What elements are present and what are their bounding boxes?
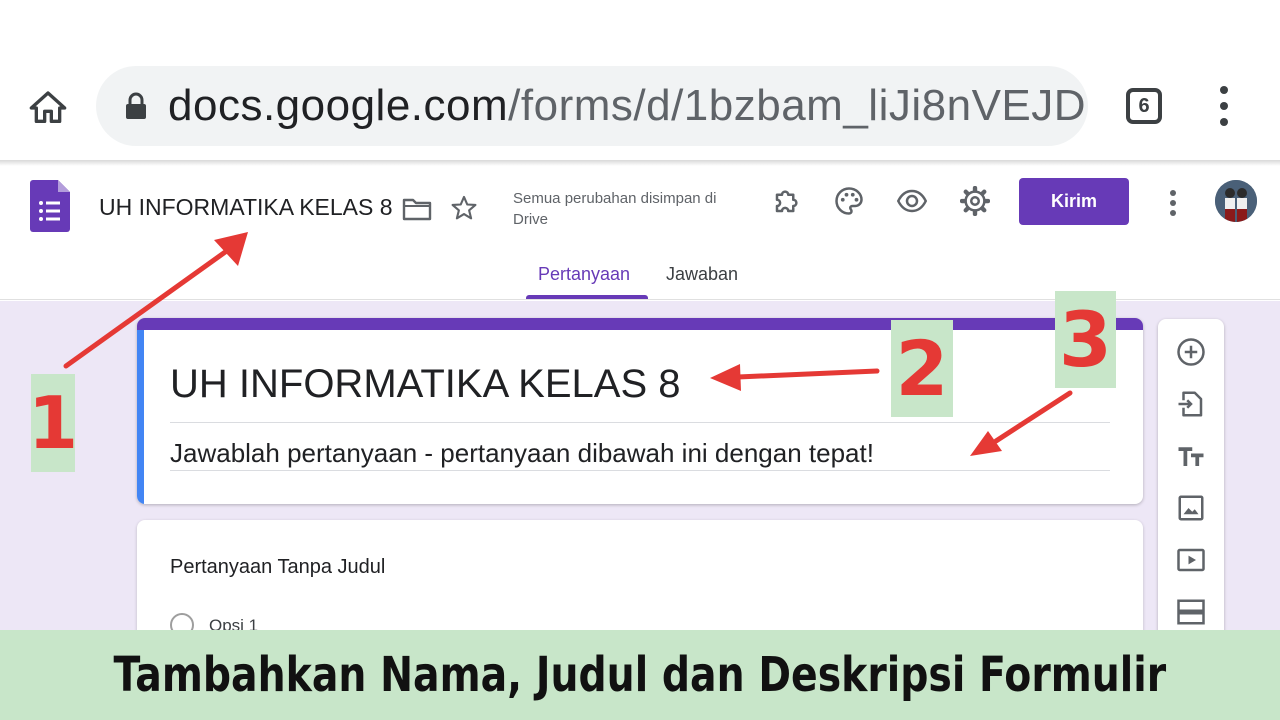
avatar[interactable]	[1215, 180, 1257, 222]
annotation-marker-2: 2	[891, 320, 953, 417]
side-toolbar	[1158, 319, 1224, 679]
form-title-field[interactable]: UH INFORMATIKA KELAS 8	[170, 362, 681, 407]
add-section-icon[interactable]	[1176, 597, 1206, 627]
browser-toolbar: docs.google.com/forms/d/1bzbam_liJi8nVEJ…	[0, 0, 1280, 162]
send-button[interactable]: Kirim	[1019, 178, 1129, 225]
tutorial-caption: Tambahkan Nama, Judul dan Deskripsi Form…	[0, 630, 1280, 720]
folder-icon[interactable]	[402, 196, 432, 222]
save-status: Semua perubahan disimpan di Drive	[513, 190, 717, 228]
add-video-icon[interactable]	[1176, 545, 1206, 575]
tab-responses[interactable]: Jawaban	[666, 264, 738, 285]
card-accent-bar	[137, 318, 1143, 330]
question-title[interactable]: Pertanyaan Tanpa Judul	[170, 556, 385, 579]
screenshot-root: docs.google.com/forms/d/1bzbam_liJi8nVEJ…	[0, 0, 1280, 720]
tab-count: 6	[1138, 94, 1150, 117]
title-field-underline	[170, 422, 1110, 423]
tab-switcher-button[interactable]: 6	[1126, 88, 1162, 124]
browser-menu-icon[interactable]	[1212, 86, 1236, 126]
url-path: /forms/d/1bzbam_liJi8nVEJD8	[508, 81, 1088, 130]
settings-icon[interactable]	[960, 186, 990, 216]
annotation-marker-1: 1	[28, 374, 78, 472]
caption-text: Tambahkan Nama, Judul dan Deskripsi Form…	[113, 647, 1167, 703]
active-tab-indicator	[526, 295, 648, 299]
form-title-card[interactable]: UH INFORMATIKA KELAS 8 Jawablah pertanya…	[137, 318, 1143, 504]
star-icon[interactable]	[450, 194, 478, 222]
add-image-icon[interactable]	[1176, 493, 1206, 523]
add-title-icon[interactable]	[1176, 441, 1206, 471]
forms-header: UH INFORMATIKA KELAS 8 Semua perubahan d…	[0, 166, 1280, 300]
description-field-underline	[170, 470, 1110, 471]
add-question-icon[interactable]	[1176, 337, 1206, 367]
form-description-field[interactable]: Jawablah pertanyaan - pertanyaan dibawah…	[170, 438, 874, 469]
home-icon[interactable]	[24, 84, 72, 132]
document-name[interactable]: UH INFORMATIKA KELAS 8	[99, 194, 393, 221]
more-options-icon[interactable]	[1163, 190, 1183, 216]
palette-icon[interactable]	[834, 186, 864, 216]
card-focus-bar	[137, 330, 144, 504]
google-forms-logo-icon[interactable]	[30, 180, 70, 232]
address-bar[interactable]: docs.google.com/forms/d/1bzbam_liJi8nVEJ…	[96, 66, 1088, 146]
url-domain: docs.google.com	[168, 81, 509, 130]
import-questions-icon[interactable]	[1176, 389, 1206, 419]
preview-icon[interactable]	[897, 186, 927, 216]
addon-icon[interactable]	[772, 186, 802, 216]
tab-questions[interactable]: Pertanyaan	[538, 264, 630, 285]
annotation-marker-3: 3	[1055, 291, 1116, 388]
lock-icon	[126, 92, 146, 119]
url-text: docs.google.com/forms/d/1bzbam_liJi8nVEJ…	[168, 81, 1088, 131]
